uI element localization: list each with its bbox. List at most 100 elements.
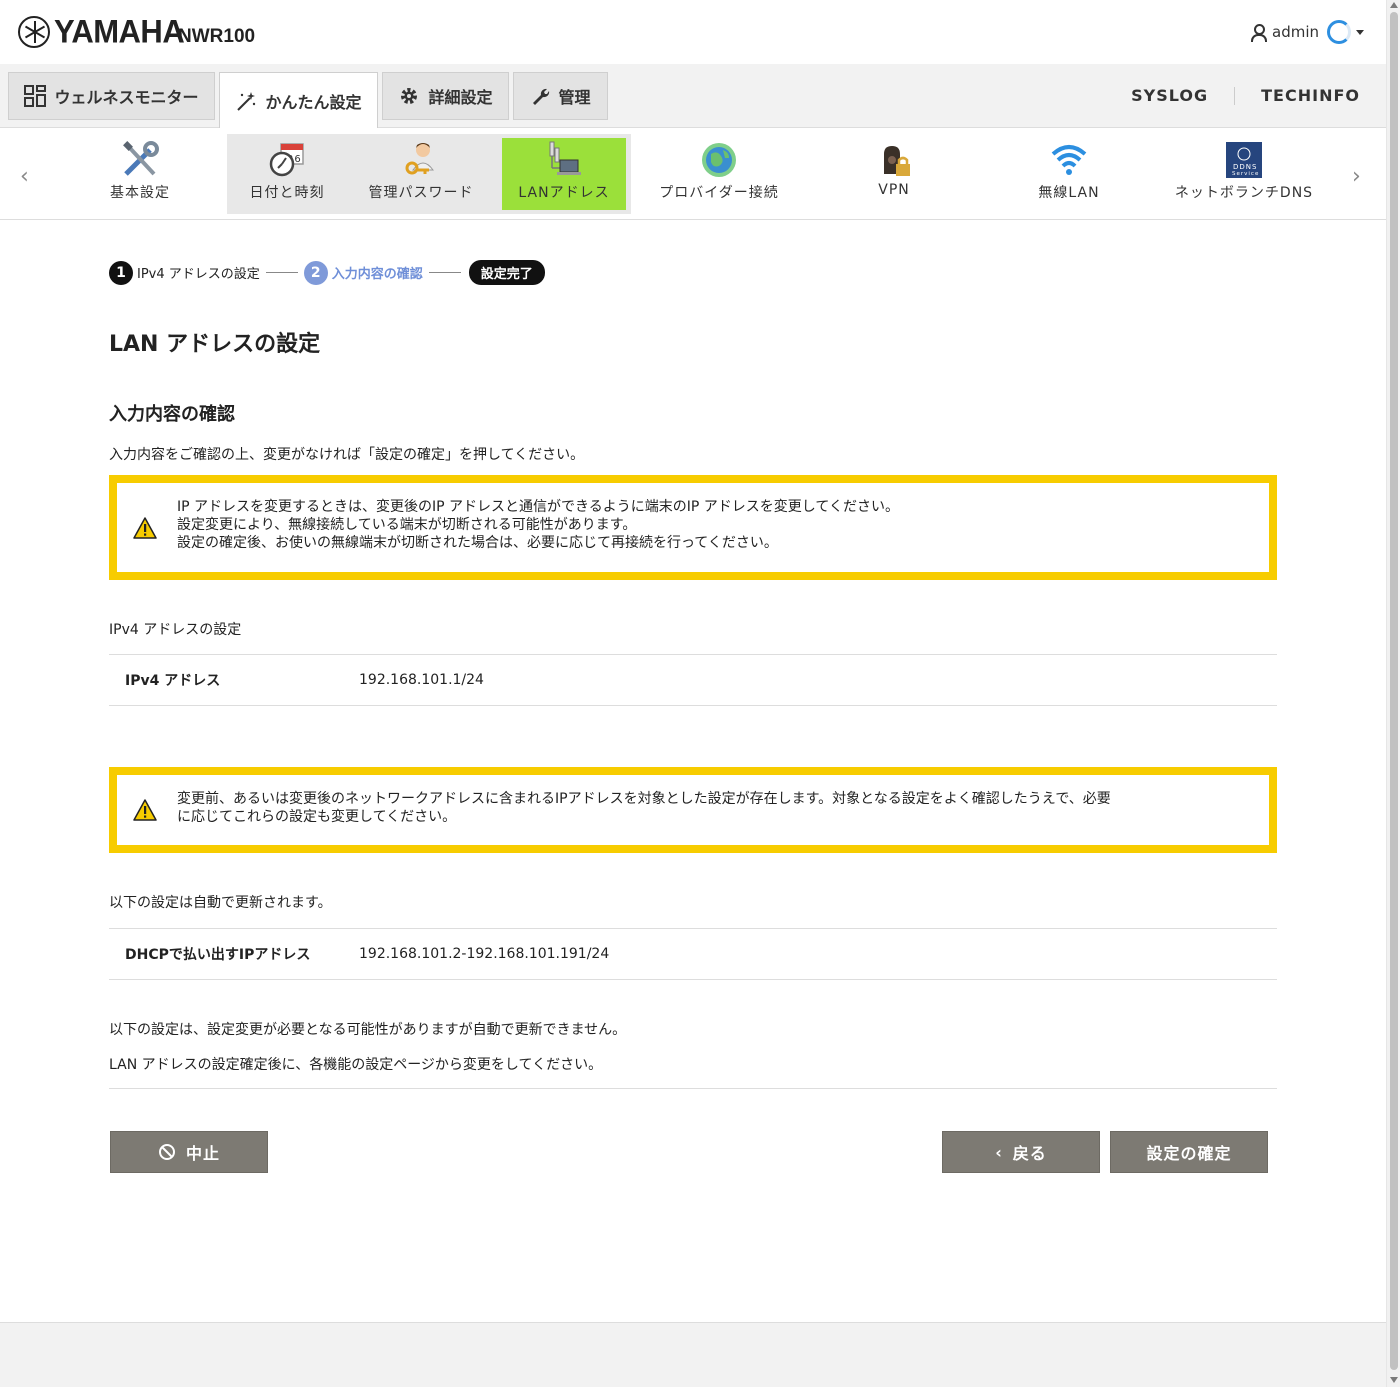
button-label: 戻る <box>1012 1144 1047 1163</box>
nav-item-provider-connection[interactable]: プロバイダー接続 <box>648 138 790 212</box>
step-label-current: 入力内容の確認 <box>331 267 423 282</box>
tab-easy-setup[interactable]: かんたん設定 <box>219 72 378 129</box>
tab-advanced-settings[interactable]: 詳細設定 <box>382 72 509 120</box>
intro-text: 入力内容をご確認の上、変更がなければ「設定の確定」を押してください。 <box>109 447 585 463</box>
warning-icon <box>133 799 157 821</box>
nav-item-label: VPN <box>878 182 910 198</box>
chevron-left-icon[interactable]: ‹ <box>20 164 29 189</box>
nav-item-lan-address[interactable]: LANアドレス <box>502 138 626 210</box>
step-label: IPv4 アドレスの設定 <box>137 267 260 282</box>
main-tab-bar: ウェルネスモニター かんたん設定 詳細設定 管理 SYSLOG TECHINFO <box>0 64 1386 129</box>
ipv4-section-label: IPv4 アドレスの設定 <box>109 622 242 638</box>
model-name: NWR100 <box>178 26 256 47</box>
warning-icon <box>133 516 157 539</box>
svg-text:Service: Service <box>1232 171 1259 177</box>
cancel-button[interactable]: 中止 <box>110 1131 268 1173</box>
svg-text:DDNS: DDNS <box>1233 163 1257 171</box>
manual-note-line: LAN アドレスの設定確定後に、各機能の設定ページから変更をしてください。 <box>109 1057 603 1073</box>
nav-item-vpn[interactable]: VPN <box>829 138 959 212</box>
step-complete-badge: 設定完了 <box>468 260 545 285</box>
row-value: 192.168.101.1/24 <box>359 672 484 688</box>
warning-line: 変更前、あるいは変更後のネットワークアドレスに含まれるIPアドレスを対象とした設… <box>177 791 1111 807</box>
tuning-fork-logo-icon <box>18 16 50 48</box>
warning-line: に応じてこれらの設定も変更してください。 <box>177 809 457 825</box>
nav-item-label: プロバイダー接続 <box>659 185 779 201</box>
chevron-left-icon: ‹ <box>995 1142 1003 1162</box>
tab-label: かんたん設定 <box>265 93 362 112</box>
gear-icon <box>401 88 418 104</box>
step-connector <box>428 272 461 273</box>
step-number: 1 <box>109 260 133 285</box>
row-key: IPv4 アドレス <box>125 673 221 689</box>
warning-line: 設定の確定後、お使いの無線端末が切断された場合は、必要に応じて再接続を行ってくだ… <box>177 535 778 551</box>
manual-note-line: 以下の設定は、設定変更が必要となる可能性がありますが自動で更新できません。 <box>109 1022 627 1038</box>
tab-management[interactable]: 管理 <box>513 72 608 120</box>
nav-item-label: 基本設定 <box>110 185 170 201</box>
page-title: LAN アドレスの設定 <box>109 332 321 357</box>
page-footer <box>0 1322 1386 1387</box>
user-menu[interactable]: admin <box>1249 20 1364 44</box>
header-links: SYSLOG TECHINFO <box>1131 86 1360 105</box>
wrench-icon <box>533 88 550 105</box>
nav-item-date-time[interactable]: 26 日付と時刻 <box>222 138 352 212</box>
nav-item-label: 無線LAN <box>1038 185 1100 201</box>
user-name: admin <box>1272 23 1319 41</box>
grid-icon <box>24 85 47 107</box>
button-label: 中止 <box>185 1144 220 1163</box>
warning-line: 設定変更により、無線接続している端末が切断される可能性があります。 <box>177 517 637 533</box>
scroll-up-icon[interactable] <box>1390 2 1398 8</box>
ddns-icon: DDNS Service <box>1224 140 1264 180</box>
tab-label: ウェルネスモニター <box>54 88 199 107</box>
progress-stepper: 1 IPv4 アドレスの設定 2 入力内容の確認 設定完了 <box>109 260 545 285</box>
syslog-link[interactable]: SYSLOG <box>1131 86 1208 105</box>
nav-item-label: ネットボランチDNS <box>1174 185 1314 201</box>
row-value: 192.168.101.2-192.168.101.191/24 <box>359 946 610 962</box>
back-button[interactable]: ‹ 戻る <box>942 1131 1100 1173</box>
yamaha-logo: YAMAHA <box>18 13 185 50</box>
nav-item-basic-settings[interactable]: 基本設定 <box>75 138 205 212</box>
tab-wellness-monitor[interactable]: ウェルネスモニター <box>8 72 215 120</box>
user-icon <box>1249 23 1267 42</box>
loading-spinner-icon <box>1327 20 1351 44</box>
techinfo-link[interactable]: TECHINFO <box>1261 86 1360 105</box>
caret-down-icon <box>1356 29 1364 35</box>
button-label: 設定の確定 <box>1146 1144 1232 1163</box>
page: YAMAHA NWR100 admin ウェルネスモニター かんたん設定 詳細設… <box>0 0 1386 1387</box>
warning-box-network-change: 変更前、あるいは変更後のネットワークアドレスに含まれるIPアドレスを対象とした設… <box>109 767 1277 853</box>
feature-icon-nav: ‹ 基本設定 26 日付と時刻 管理パスワード LANアドレス プロバイダー接続… <box>0 128 1386 220</box>
nav-item-admin-password[interactable]: 管理パスワード <box>356 138 486 212</box>
person-key-icon <box>401 140 441 180</box>
scrollbar-thumb[interactable] <box>1390 12 1398 1370</box>
ipv4-address-row: IPv4 アドレス 192.168.101.1/24 <box>109 654 1277 706</box>
tab-label: 管理 <box>558 88 591 107</box>
vertical-scrollbar[interactable] <box>1386 0 1400 1387</box>
confirm-settings-button[interactable]: 設定の確定 <box>1110 1131 1268 1173</box>
auto-update-label: 以下の設定は自動で更新されます。 <box>109 895 332 911</box>
warning-line: IP アドレスを変更するときは、変更後のIP アドレスと通信ができるように端末の… <box>177 499 899 515</box>
warning-box-ip-change: IP アドレスを変更するときは、変更後のIP アドレスと通信ができるように端末の… <box>109 475 1277 580</box>
lan-icon <box>544 140 584 180</box>
app-header: YAMAHA NWR100 admin <box>0 0 1386 64</box>
step-connector <box>265 272 298 273</box>
divider <box>109 1088 1277 1089</box>
nav-item-wireless-lan[interactable]: 無線LAN <box>1004 138 1134 212</box>
link-separator <box>1234 86 1236 105</box>
scroll-down-icon[interactable] <box>1390 1377 1398 1383</box>
tab-label: 詳細設定 <box>428 88 493 107</box>
step-number-current: 2 <box>303 260 328 285</box>
nav-item-label: 日付と時刻 <box>249 185 325 201</box>
row-key: DHCPで払い出すIPアドレス <box>125 947 311 963</box>
nav-item-netvolante-dns[interactable]: DDNS Service ネットボランチDNS <box>1169 138 1319 212</box>
chevron-right-icon[interactable]: › <box>1352 164 1361 189</box>
wifi-icon <box>1049 140 1089 180</box>
calendar-clock-icon: 26 <box>267 140 307 180</box>
nav-item-label: 管理パスワード <box>368 185 474 201</box>
magic-wand-icon <box>237 92 256 111</box>
nav-item-label: LANアドレス <box>518 185 610 201</box>
dhcp-range-row: DHCPで払い出すIPアドレス 192.168.101.2-192.168.10… <box>109 928 1277 980</box>
prohibit-icon <box>158 1144 175 1160</box>
brand-name: YAMAHA <box>54 13 185 50</box>
tools-icon <box>120 140 160 180</box>
lock-icon <box>874 140 914 180</box>
section-title: 入力内容の確認 <box>109 404 235 425</box>
